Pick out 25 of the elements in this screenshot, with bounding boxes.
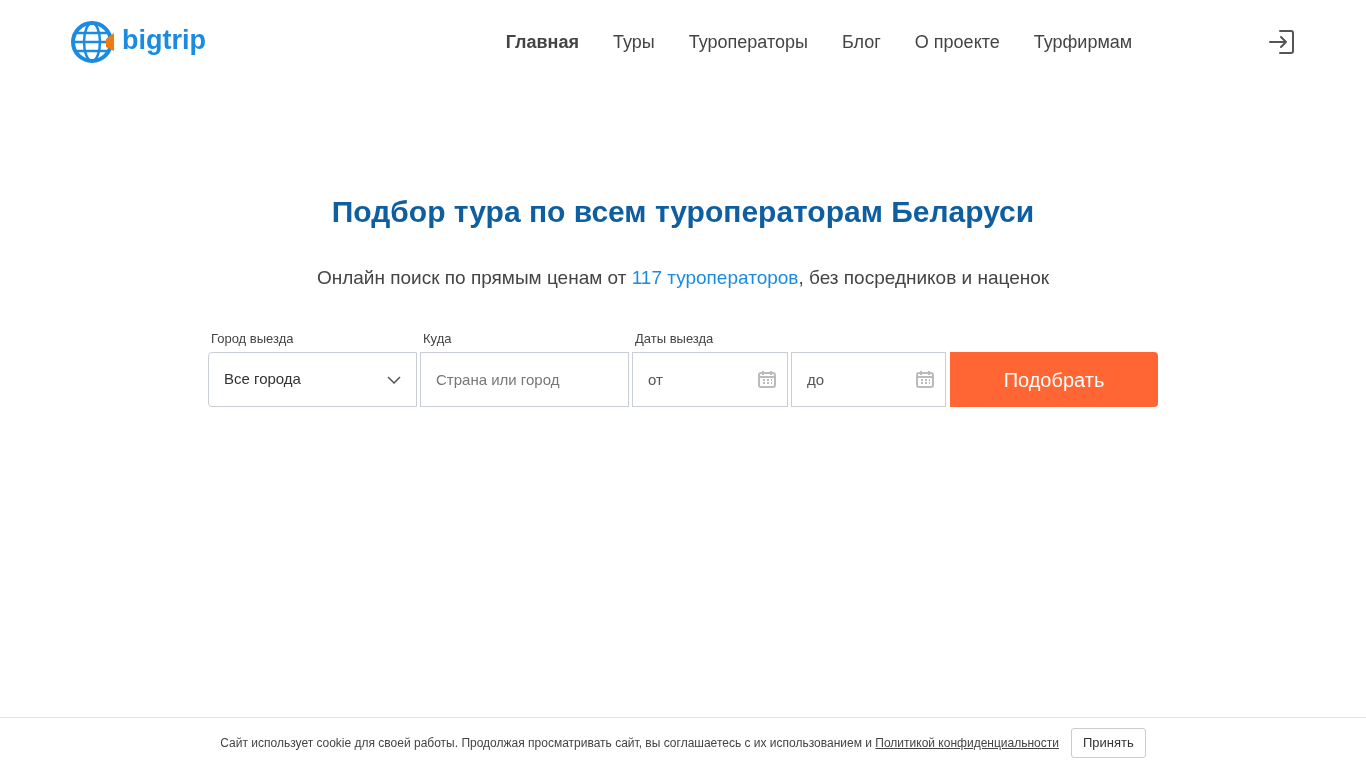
nav-link[interactable]: Главная [505,28,579,56]
login-icon[interactable] [1268,28,1296,56]
city-select[interactable]: Все города [208,352,417,407]
logo-text[interactable]: bigtrip [122,19,206,61]
field-label: Даты выезда [634,329,715,348]
nav-link[interactable]: Туроператоры [688,28,808,56]
field-label: Город выезда [210,329,295,348]
accept-button[interactable]: Принять [1070,728,1146,758]
calendar-icon [758,370,776,388]
cookie-notice: Сайт использует cookie для своей работы. Продолжая просматривать сайт, вы соглашаетесь с их использованием и Политикой конфиденциальности [220,735,1059,752]
operators-link[interactable]: 117 туроператоров [631,267,799,288]
privacy-policy-link[interactable]: Политикой конфиденциальности [875,736,1059,750]
date-to-field[interactable]: до [791,352,946,407]
nav-link[interactable]: О проекте [914,28,1000,56]
calendar-icon [916,370,934,388]
subtitle-text: Онлайн поиск по прямым ценам от 117 туроператоров, без посредников и наценок [316,266,1050,290]
nav-link[interactable]: Турфирмам [1033,28,1133,56]
chevron-down-icon [387,375,401,384]
page-title: Подбор тура по всем туроператорам Беларуси [331,194,1035,230]
field-label: Куда [422,329,453,348]
destination-field[interactable]: Страна или город [420,352,629,407]
globe-logo-icon[interactable] [70,19,116,65]
date-from-field[interactable]: от [632,352,788,407]
nav-link[interactable]: Блог [841,28,881,56]
nav-link[interactable]: Туры [613,28,655,56]
